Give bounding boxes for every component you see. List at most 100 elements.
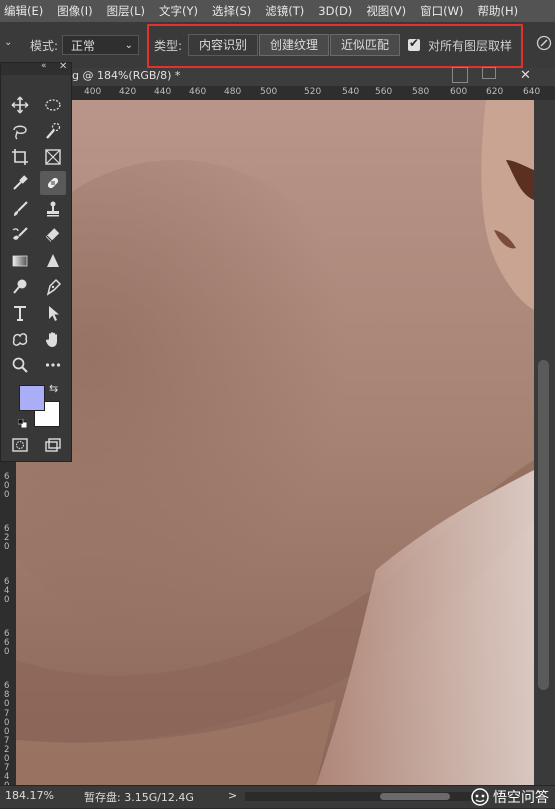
document-canvas[interactable] [16, 100, 534, 785]
more-tools[interactable] [40, 353, 66, 377]
menu-view[interactable]: 视图(V) [366, 3, 406, 19]
quick-mask-tool[interactable] [7, 433, 33, 457]
crop-icon [12, 149, 28, 165]
minimize-icon[interactable] [452, 67, 468, 83]
ruler-digit: 0 [4, 595, 10, 605]
lasso-tool[interactable] [7, 119, 33, 143]
document-title: g @ 184%(RGB/8) * [72, 69, 181, 82]
more-icon [45, 363, 61, 367]
crop-tool[interactable] [7, 145, 33, 169]
history-brush-icon [12, 227, 28, 240]
menu-select[interactable]: 选择(S) [212, 3, 251, 19]
status-bar: 184.17% 暂存盘: 3.15G/12.4G > 悟空问答 [0, 785, 555, 808]
zoom-tool[interactable] [7, 353, 33, 377]
ruler-tick: 500 [260, 87, 278, 97]
pressure-icon[interactable] [536, 35, 552, 51]
horizontal-scrollbar-thumb[interactable] [380, 793, 450, 800]
ruler-digit: 0 [4, 490, 10, 500]
watermark: 悟空问答 [471, 787, 549, 807]
ruler-tick: 400 [84, 87, 102, 97]
clone-stamp-icon [47, 201, 59, 217]
scratch-disk-info: 暂存盘: 3.15G/12.4G [84, 791, 194, 804]
wukong-logo-icon [471, 788, 489, 806]
move-tool[interactable] [7, 93, 33, 117]
ruler-tick: 460 [189, 87, 207, 97]
default-colors-icon[interactable] [17, 417, 28, 429]
menu-help[interactable]: 帮助(H) [478, 3, 519, 19]
type-icon [14, 306, 26, 321]
vertical-ruler: 6 0 0 6 2 0 6 4 0 6 6 0 6 8 0 7 0 0 7 2 … [0, 460, 17, 791]
lasso-icon [13, 125, 27, 140]
spot-healing-brush-icon [47, 177, 59, 189]
gradient-tool[interactable] [7, 249, 33, 273]
blur-icon [47, 254, 59, 267]
status-menu-arrow[interactable]: > [228, 789, 237, 802]
collapse-icon[interactable]: « [41, 61, 47, 71]
quick-select-tool[interactable] [40, 119, 66, 143]
tool-preset-chevron-icon[interactable]: ⌄ [4, 37, 12, 48]
menu-window[interactable]: 窗口(W) [420, 3, 463, 19]
tools-panel-header[interactable]: « ✕ [1, 61, 71, 75]
pen-icon [46, 278, 62, 296]
skin-photo [16, 100, 534, 785]
highlight-box [147, 24, 523, 68]
ruler-tick: 640 [523, 87, 541, 97]
hand-tool[interactable] [40, 327, 66, 351]
hand-icon [45, 332, 57, 347]
dodge-icon [13, 279, 27, 294]
menu-bar: 编辑(E) 图像(I) 图层(L) 文字(Y) 选择(S) 滤镜(T) 3D(D… [0, 0, 555, 22]
ruler-tick: 620 [486, 87, 504, 97]
foreground-color-swatch[interactable] [19, 385, 45, 411]
close-icon[interactable]: ✕ [520, 68, 531, 83]
marquee-tool[interactable] [40, 93, 66, 117]
brush-tool[interactable] [7, 197, 33, 221]
frame-icon [45, 149, 61, 165]
mode-select-value: 正常 [71, 39, 96, 53]
type-tool[interactable] [7, 301, 33, 325]
restore-icon[interactable] [482, 67, 496, 79]
ruler-tick: 580 [412, 87, 430, 97]
ruler-tick: 600 [450, 87, 468, 97]
clone-stamp-tool[interactable] [40, 197, 66, 221]
watermark-text: 悟空问答 [493, 790, 549, 806]
eraser-tool[interactable] [40, 223, 66, 247]
spot-healing-brush-tool[interactable] [40, 171, 66, 195]
custom-shape-icon [12, 333, 28, 346]
vertical-scrollbar-thumb[interactable] [538, 360, 549, 690]
shape-tool[interactable] [7, 327, 33, 351]
horizontal-scrollbar[interactable] [245, 792, 475, 801]
menu-filter[interactable]: 滤镜(T) [265, 3, 304, 19]
gradient-icon [12, 255, 28, 267]
mode-select[interactable]: 正常 ⌄ [62, 35, 139, 55]
close-panel-icon[interactable]: ✕ [59, 61, 67, 72]
ruler-digit: 0 [4, 542, 10, 552]
dodge-tool[interactable] [7, 275, 33, 299]
ruler-tick: 440 [154, 87, 172, 97]
menu-image[interactable]: 图像(I) [57, 3, 92, 19]
ruler-tick: 480 [224, 87, 242, 97]
vertical-scrollbar[interactable] [534, 100, 555, 785]
history-brush-tool[interactable] [7, 223, 33, 247]
quick-mask-icon [12, 438, 28, 452]
ruler-tick: 520 [304, 87, 322, 97]
eyedropper-tool[interactable] [7, 171, 33, 195]
pen-tool[interactable] [40, 275, 66, 299]
chevron-down-icon: ⌄ [124, 40, 133, 51]
brush-icon [14, 201, 28, 216]
screen-mode-tool[interactable] [40, 433, 66, 457]
menu-edit[interactable]: 编辑(E) [4, 3, 43, 19]
quick-select-icon [46, 122, 61, 139]
frame-tool[interactable] [40, 145, 66, 169]
zoom-level[interactable]: 184.17% [5, 789, 54, 802]
menu-3d[interactable]: 3D(D) [318, 4, 352, 18]
swap-colors-icon[interactable]: ⇆ [49, 382, 58, 395]
horizontal-ruler: 400 420 440 460 480 500 520 540 560 580 … [72, 86, 555, 101]
menu-layer[interactable]: 图层(L) [107, 3, 145, 19]
magnifier-icon [12, 357, 28, 373]
blur-tool[interactable] [40, 249, 66, 273]
document-tab[interactable]: g @ 184%(RGB/8) * ✕ [72, 67, 555, 86]
ruler-digit: 0 [4, 647, 10, 657]
eyedropper-icon [13, 175, 28, 190]
menu-type[interactable]: 文字(Y) [159, 3, 198, 19]
path-select-tool[interactable] [40, 301, 66, 325]
